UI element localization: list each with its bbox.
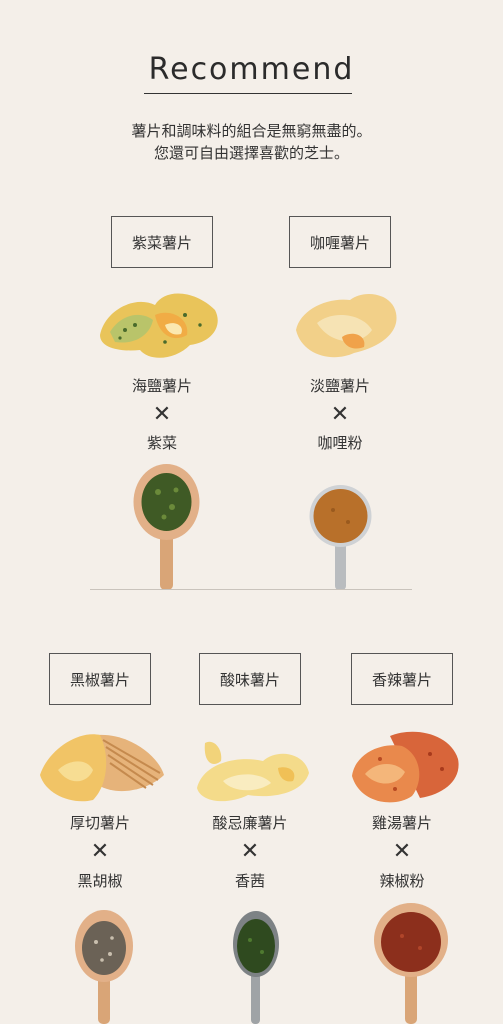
topping-label: 黑胡椒	[77, 872, 123, 890]
seaweed-chip-image	[100, 293, 218, 358]
section-divider	[90, 589, 412, 590]
recipe-box-spicy-chips: 香辣薯片	[351, 653, 453, 705]
combine-x-icon: ✕	[90, 839, 110, 864]
recipe-name: 紫菜薯片	[131, 233, 192, 252]
lightly-salted-chip-image	[296, 293, 397, 358]
spoon-parsley-image	[233, 911, 279, 1024]
recipe-name: 香辣薯片	[371, 670, 432, 689]
recipe-box-seaweed-chips: 紫菜薯片	[111, 216, 213, 268]
spoon-seaweed-image	[133, 464, 200, 590]
base-chip-label: 海鹽薯片	[131, 377, 192, 395]
page-title: Recommend	[148, 52, 355, 87]
recipe-name: 酸味薯片	[219, 670, 280, 689]
topping-label: 香茜	[234, 872, 265, 890]
base-chip-label: 淡鹽薯片	[309, 377, 370, 395]
base-chip-label: 雞湯薯片	[371, 814, 432, 832]
spoon-curry-image	[309, 485, 372, 590]
sour-cream-chip-image	[197, 741, 309, 802]
intro-line-2: 您還可自由選擇喜歡的芝士。	[153, 144, 349, 162]
base-chip-label: 酸忌廉薯片	[212, 814, 288, 832]
chicken-soup-chip-image	[352, 731, 459, 803]
recipe-box-black-pepper-chips: 黑椒薯片	[49, 653, 151, 705]
spoon-black-pepper-image	[75, 910, 133, 1024]
recipe-name: 黑椒薯片	[69, 670, 130, 689]
title-underline	[144, 93, 352, 94]
combine-x-icon: ✕	[240, 839, 260, 864]
recipe-name: 咖喱薯片	[309, 233, 370, 252]
intro-line-1: 薯片和調味料的組合是無窮無盡的。	[131, 122, 372, 140]
topping-label: 辣椒粉	[379, 872, 425, 890]
combine-x-icon: ✕	[392, 839, 412, 864]
topping-label: 咖哩粉	[317, 434, 363, 452]
topping-label: 紫菜	[146, 434, 177, 452]
spoon-chili-powder-image	[374, 903, 448, 1024]
combine-x-icon: ✕	[152, 402, 172, 427]
recipe-box-curry-chips: 咖喱薯片	[289, 216, 391, 268]
thick-cut-chip-image	[40, 734, 164, 802]
recipe-box-sour-chips: 酸味薯片	[199, 653, 301, 705]
combine-x-icon: ✕	[330, 402, 350, 427]
base-chip-label: 厚切薯片	[69, 814, 130, 832]
intro-text: 薯片和調味料的組合是無窮無盡的。 您還可自由選擇喜歡的芝士。	[0, 120, 503, 164]
